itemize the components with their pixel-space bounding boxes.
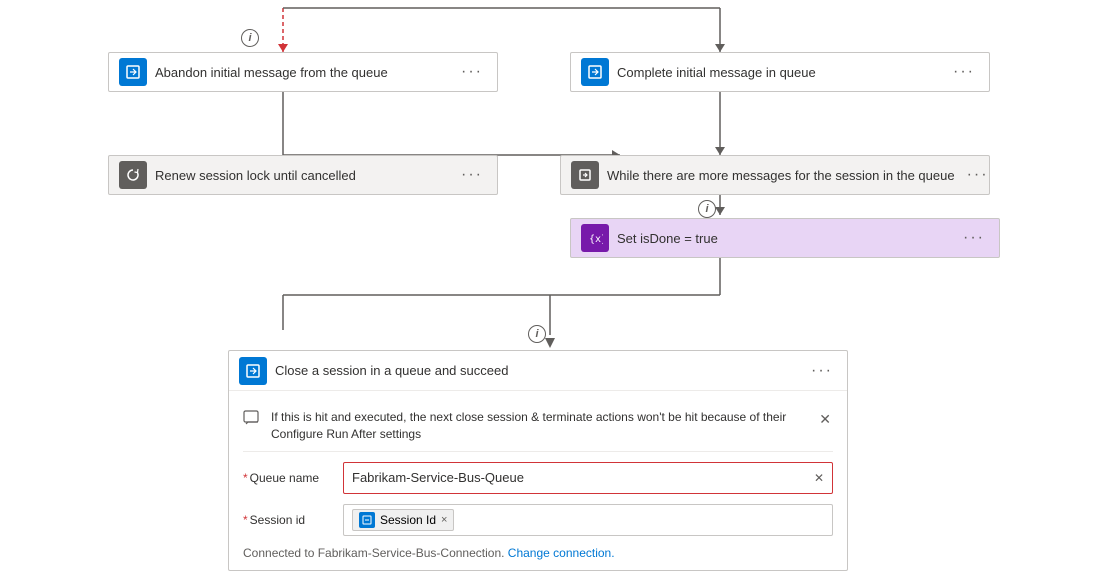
renew-node[interactable]: Renew session lock until cancelled ··· xyxy=(108,155,498,195)
abandon-label: Abandon initial message from the queue xyxy=(155,65,449,80)
notice-text: If this is hit and executed, the next cl… xyxy=(271,409,809,443)
footer: Connected to Fabrikam-Service-Bus-Connec… xyxy=(243,546,833,560)
queue-clear-icon[interactable]: ✕ xyxy=(814,471,824,485)
while-icon xyxy=(571,161,599,189)
session-input[interactable]: Session Id × xyxy=(343,504,833,536)
footer-text: Connected to Fabrikam-Service-Bus-Connec… xyxy=(243,546,504,560)
abandon-menu[interactable]: ··· xyxy=(457,61,487,83)
while-node[interactable]: While there are more messages for the se… xyxy=(560,155,990,195)
session-id-row: *Session id Session Id × xyxy=(243,504,833,536)
info-icon-while: i xyxy=(698,200,716,218)
svg-text:{x}: {x} xyxy=(589,234,603,245)
set-var-icon: {x} xyxy=(581,224,609,252)
close-icon xyxy=(239,357,267,385)
complete-menu[interactable]: ··· xyxy=(949,61,979,83)
info-icon-top: i xyxy=(241,29,259,47)
while-label: While there are more messages for the se… xyxy=(607,168,955,183)
set-var-node[interactable]: {x} Set isDone = true ··· xyxy=(570,218,1000,258)
queue-value: Fabrikam-Service-Bus-Queue xyxy=(352,470,810,485)
session-token[interactable]: Session Id × xyxy=(352,509,454,531)
session-token-text: Session Id xyxy=(380,513,436,527)
session-token-icon xyxy=(359,512,375,528)
card-header: Close a session in a queue and succeed ·… xyxy=(229,351,847,391)
session-required-star: * xyxy=(243,513,248,527)
close-session-card: Close a session in a queue and succeed ·… xyxy=(228,350,848,571)
complete-label: Complete initial message in queue xyxy=(617,65,941,80)
abandon-node[interactable]: Abandon initial message from the queue ·… xyxy=(108,52,498,92)
renew-menu[interactable]: ··· xyxy=(457,164,487,186)
session-label: *Session id xyxy=(243,513,333,527)
close-menu[interactable]: ··· xyxy=(807,360,837,382)
info-icon-close: i xyxy=(528,325,546,343)
set-var-label: Set isDone = true xyxy=(617,231,951,246)
queue-input[interactable]: Fabrikam-Service-Bus-Queue ✕ xyxy=(343,462,833,494)
session-token-remove[interactable]: × xyxy=(441,514,447,526)
notice-close[interactable]: ✕ xyxy=(817,409,833,430)
set-var-menu[interactable]: ··· xyxy=(959,227,989,249)
change-connection-link[interactable]: Change connection. xyxy=(508,546,615,560)
notice-chat-icon xyxy=(243,410,263,430)
abandon-icon xyxy=(119,58,147,86)
card-body: If this is hit and executed, the next cl… xyxy=(229,391,847,570)
close-label: Close a session in a queue and succeed xyxy=(275,363,799,378)
complete-icon xyxy=(581,58,609,86)
queue-required-star: * xyxy=(243,471,248,485)
renew-label: Renew session lock until cancelled xyxy=(155,168,449,183)
renew-icon xyxy=(119,161,147,189)
while-menu[interactable]: ··· xyxy=(963,164,993,186)
complete-node[interactable]: Complete initial message in queue ··· xyxy=(570,52,990,92)
notice-bar: If this is hit and executed, the next cl… xyxy=(243,401,833,452)
queue-label: *Queue name xyxy=(243,471,333,485)
queue-name-row: *Queue name Fabrikam-Service-Bus-Queue ✕ xyxy=(243,462,833,494)
